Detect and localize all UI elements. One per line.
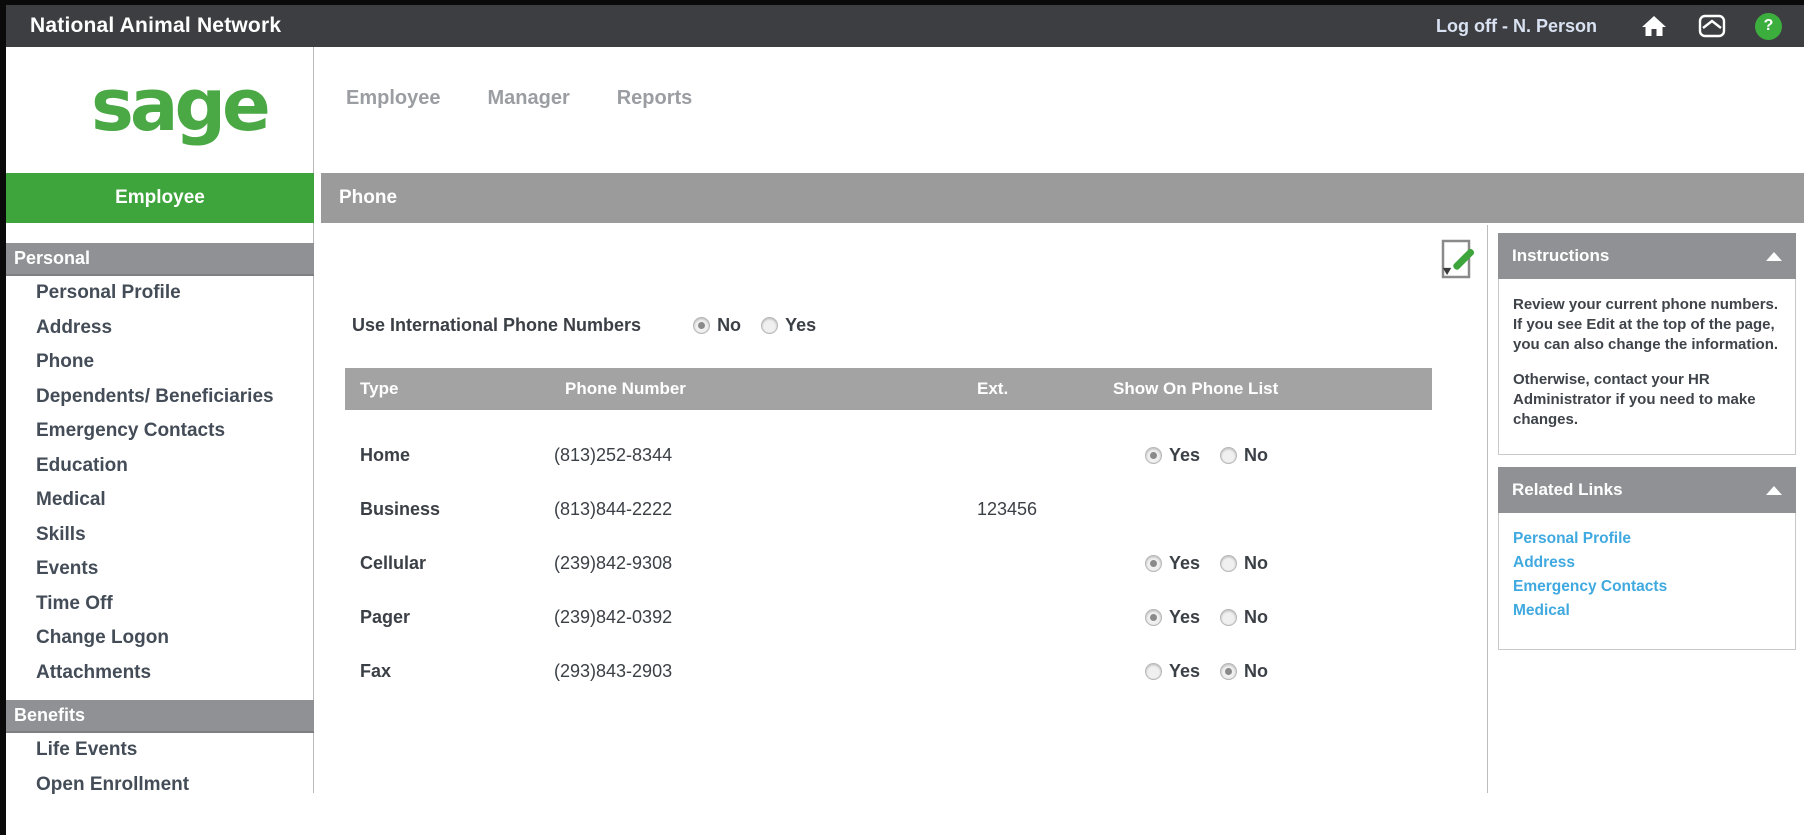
show-radio-label-no: No	[1244, 661, 1268, 682]
cell-show-on-phone-list: Yes No	[1145, 661, 1288, 682]
col-header-ext: Ext.	[977, 368, 1008, 410]
cell-show-on-phone-list: Yes No	[1145, 445, 1288, 466]
nav-item-employee[interactable]: Employee	[346, 87, 440, 110]
table-row-fax: Fax(293)843-2903 Yes No	[345, 644, 1432, 698]
cell-type: Fax	[360, 661, 550, 682]
logoff-link[interactable]: Log off - N. Person	[1436, 16, 1597, 37]
cell-ext: 123456	[977, 499, 1107, 520]
cell-phone-number: (239)842-9308	[554, 553, 954, 574]
show-radio-label-yes: Yes	[1169, 661, 1200, 682]
sidebar-item-education[interactable]: Education	[6, 449, 314, 484]
show-radio-home-yes[interactable]	[1145, 447, 1162, 464]
instructions-title: Instructions	[1512, 246, 1609, 266]
col-header-show: Show On Phone List	[1113, 368, 1278, 410]
table-row-pager: Pager(239)842-0392 Yes No	[345, 590, 1432, 644]
col-header-number: Phone Number	[565, 368, 686, 410]
table-row-home: Home(813)252-8344 Yes No	[345, 428, 1432, 482]
app-window: National Animal Network Log off - N. Per…	[0, 0, 1804, 835]
instructions-header: Instructions	[1498, 233, 1796, 279]
related-links-panel: Related Links Personal ProfileAddressEme…	[1498, 467, 1796, 650]
sidebar-item-medical[interactable]: Medical	[6, 483, 314, 518]
page-title-bar: Phone	[321, 173, 1804, 223]
show-radio-label-yes: Yes	[1169, 607, 1200, 628]
show-radio-label-no: No	[1244, 607, 1268, 628]
cell-type: Business	[360, 499, 550, 520]
related-links-title: Related Links	[1512, 480, 1623, 500]
sidebar-section-personal: Personal	[6, 243, 314, 276]
show-radio-cellular-no[interactable]	[1220, 555, 1237, 572]
sidebar-item-personal-profile[interactable]: Personal Profile	[6, 276, 314, 311]
sage-logo[interactable]: sage	[91, 55, 266, 155]
cell-phone-number: (239)842-0392	[554, 607, 954, 628]
cell-type: Pager	[360, 607, 550, 628]
cell-type: Cellular	[360, 553, 550, 574]
intl-radio-label-yes: Yes	[785, 315, 816, 336]
sidebar: PersonalPersonal ProfileAddressPhoneDepe…	[6, 233, 314, 802]
related-link-personal-profile[interactable]: Personal Profile	[1513, 527, 1781, 551]
right-rail: Instructions Review your current phone n…	[1487, 225, 1804, 793]
show-radio-pager-yes[interactable]	[1145, 609, 1162, 626]
related-link-emergency-contacts[interactable]: Emergency Contacts	[1513, 575, 1781, 599]
table-row-business: Business(813)844-2222 123456	[345, 482, 1432, 536]
instructions-paragraph: Review your current phone numbers. If yo…	[1513, 295, 1781, 354]
intl-phone-label: Use International Phone Numbers	[352, 315, 641, 336]
sidebar-section-benefits: Benefits	[6, 700, 314, 733]
related-link-medical[interactable]: Medical	[1513, 599, 1781, 623]
sidebar-item-change-logon[interactable]: Change Logon	[6, 621, 314, 656]
instructions-body: Review your current phone numbers. If yo…	[1498, 279, 1796, 455]
related-link-address[interactable]: Address	[1513, 551, 1781, 575]
show-radio-fax-yes[interactable]	[1145, 663, 1162, 680]
sidebar-item-phone[interactable]: Phone	[6, 345, 314, 380]
top-bar: National Animal Network Log off - N. Per…	[0, 5, 1804, 47]
nav-item-manager[interactable]: Manager	[487, 87, 569, 110]
intl-radio-label-no: No	[717, 315, 741, 336]
table-row-cellular: Cellular(239)842-9308 Yes No	[345, 536, 1432, 590]
sidebar-item-address[interactable]: Address	[6, 311, 314, 346]
mail-icon[interactable]	[1697, 13, 1727, 39]
related-links-header: Related Links	[1498, 467, 1796, 513]
home-icon[interactable]	[1639, 13, 1669, 39]
top-nav: Employee Manager Reports	[346, 87, 692, 110]
intl-phone-row: Use International Phone Numbers No Yes	[352, 315, 836, 336]
sidebar-item-dependents-beneficiaries[interactable]: Dependents/ Beneficiaries	[6, 380, 314, 415]
sidebar-item-skills[interactable]: Skills	[6, 518, 314, 553]
show-radio-label-yes: Yes	[1169, 445, 1200, 466]
show-radio-fax-no[interactable]	[1220, 663, 1237, 680]
table-header: Type Phone Number Ext. Show On Phone Lis…	[345, 368, 1432, 410]
edit-icon[interactable]	[1440, 236, 1476, 282]
logo-band: sage Employee Manager Reports	[6, 47, 1804, 173]
cell-phone-number: (293)843-2903	[554, 661, 954, 682]
help-icon[interactable]: ?	[1755, 13, 1782, 40]
sidebar-item-life-events[interactable]: Life Events	[6, 733, 314, 768]
cell-type: Home	[360, 445, 550, 466]
cell-phone-number: (813)252-8344	[554, 445, 954, 466]
instructions-panel: Instructions Review your current phone n…	[1498, 233, 1796, 455]
col-header-type: Type	[360, 368, 398, 410]
sidebar-item-emergency-contacts[interactable]: Emergency Contacts	[6, 414, 314, 449]
phone-table: Type Phone Number Ext. Show On Phone Lis…	[345, 368, 1432, 698]
sidebar-item-time-off[interactable]: Time Off	[6, 587, 314, 622]
sidebar-module-button[interactable]: Employee	[6, 173, 314, 223]
cell-show-on-phone-list: Yes No	[1145, 607, 1288, 628]
sidebar-item-open-enrollment[interactable]: Open Enrollment	[6, 768, 314, 803]
sidebar-item-events[interactable]: Events	[6, 552, 314, 587]
show-radio-home-no[interactable]	[1220, 447, 1237, 464]
nav-item-reports[interactable]: Reports	[617, 87, 693, 110]
show-radio-cellular-yes[interactable]	[1145, 555, 1162, 572]
intl-radio-yes[interactable]	[761, 317, 778, 334]
intl-radio-no[interactable]	[693, 317, 710, 334]
show-radio-label-no: No	[1244, 445, 1268, 466]
sidebar-item-attachments[interactable]: Attachments	[6, 656, 314, 691]
cell-show-on-phone-list: Yes No	[1145, 553, 1288, 574]
show-radio-label-yes: Yes	[1169, 553, 1200, 574]
page-title: Phone	[339, 187, 397, 209]
related-links-body: Personal ProfileAddressEmergency Contact…	[1498, 513, 1796, 650]
app-title: National Animal Network	[30, 14, 281, 38]
show-radio-pager-no[interactable]	[1220, 609, 1237, 626]
instructions-paragraph: Otherwise, contact your HR Administrator…	[1513, 370, 1781, 429]
collapse-up-icon[interactable]	[1766, 486, 1782, 495]
show-radio-label-no: No	[1244, 553, 1268, 574]
collapse-up-icon[interactable]	[1766, 252, 1782, 261]
cell-phone-number: (813)844-2222	[554, 499, 954, 520]
